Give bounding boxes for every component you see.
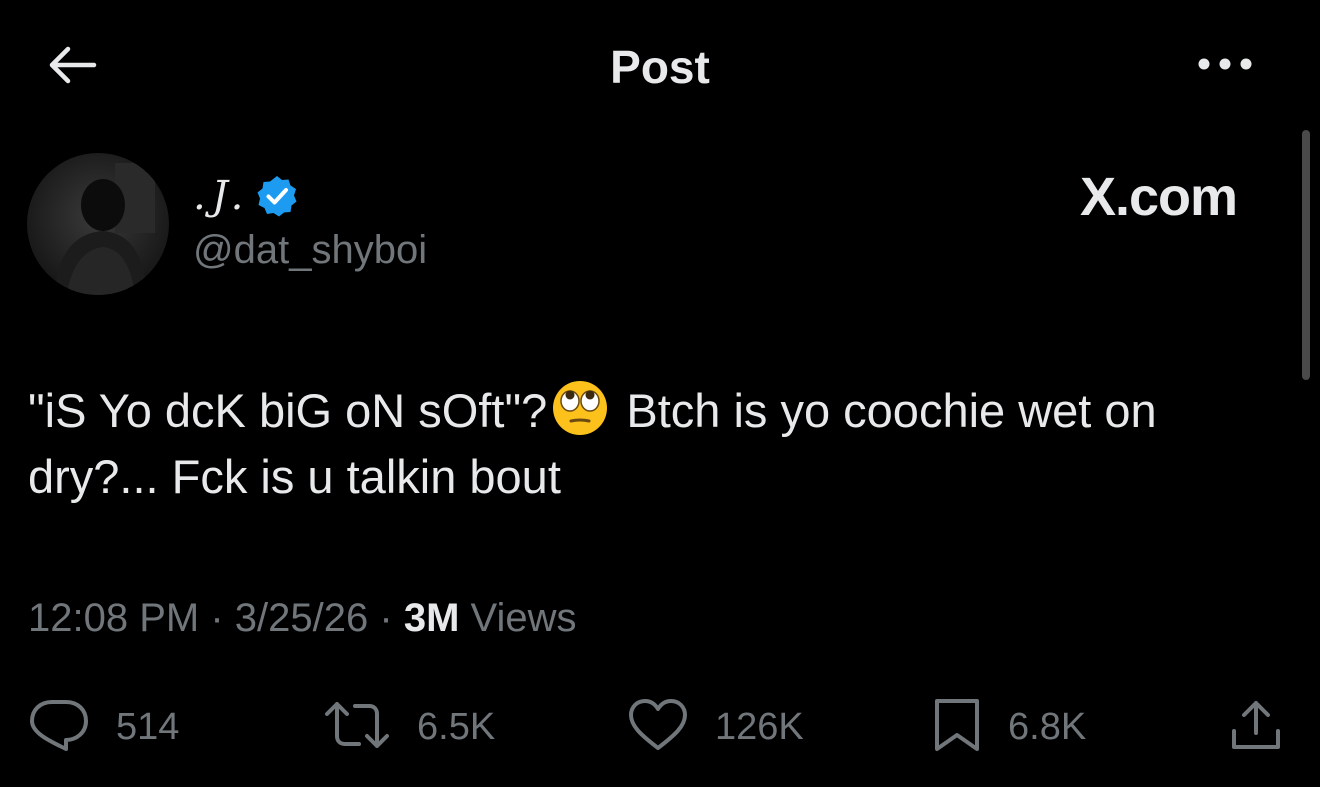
action-bar: 514 6.5K 126K 6.8K <box>0 692 1320 762</box>
page-title: Post <box>610 41 710 93</box>
post-text: "iS Yo dcK biG oN sOft"? Btch is yo cooc… <box>28 378 1278 510</box>
brand-watermark: X.com <box>1080 167 1238 227</box>
more-horizontal-icon <box>1195 56 1255 77</box>
post-date[interactable]: 3/25/26 <box>235 596 368 640</box>
share-button[interactable] <box>1228 692 1284 762</box>
rolling-eyes-emoji-icon <box>551 379 609 437</box>
repost-count: 6.5K <box>417 705 496 748</box>
arrow-left-icon <box>46 45 98 90</box>
meta-separator: · <box>210 596 224 640</box>
reply-icon <box>28 698 90 757</box>
back-button[interactable] <box>40 38 104 96</box>
display-name: .J. <box>193 173 250 219</box>
repost-button[interactable]: 6.5K <box>323 692 495 762</box>
meta-separator: · <box>379 596 393 640</box>
scrollbar[interactable] <box>1302 130 1310 380</box>
like-count: 126K <box>715 705 804 748</box>
share-icon <box>1228 697 1284 758</box>
author-handle[interactable]: @dat_shyboi <box>193 228 427 273</box>
post-text-part1: "iS Yo dcK biG oN sOft"? <box>28 384 548 437</box>
author-name-row[interactable]: .J. <box>193 170 301 222</box>
post-time[interactable]: 12:08 PM <box>28 596 199 640</box>
post-meta: 12:08 PM · 3/25/26 · 3M Views <box>28 596 577 641</box>
top-bar: Post <box>0 0 1320 130</box>
repost-icon <box>323 700 391 755</box>
heart-icon <box>627 698 689 757</box>
bookmark-count: 6.8K <box>1008 705 1087 748</box>
avatar[interactable] <box>27 153 169 295</box>
more-options-button[interactable] <box>1188 44 1262 88</box>
bookmark-button[interactable]: 6.8K <box>932 692 1086 762</box>
reply-button[interactable]: 514 <box>28 692 179 762</box>
bookmark-icon <box>932 697 982 758</box>
verified-badge-icon <box>255 173 301 219</box>
like-button[interactable]: 126K <box>627 692 804 762</box>
views-label: Views <box>470 596 577 640</box>
views-count: 3M <box>403 596 460 640</box>
reply-count: 514 <box>116 705 180 748</box>
